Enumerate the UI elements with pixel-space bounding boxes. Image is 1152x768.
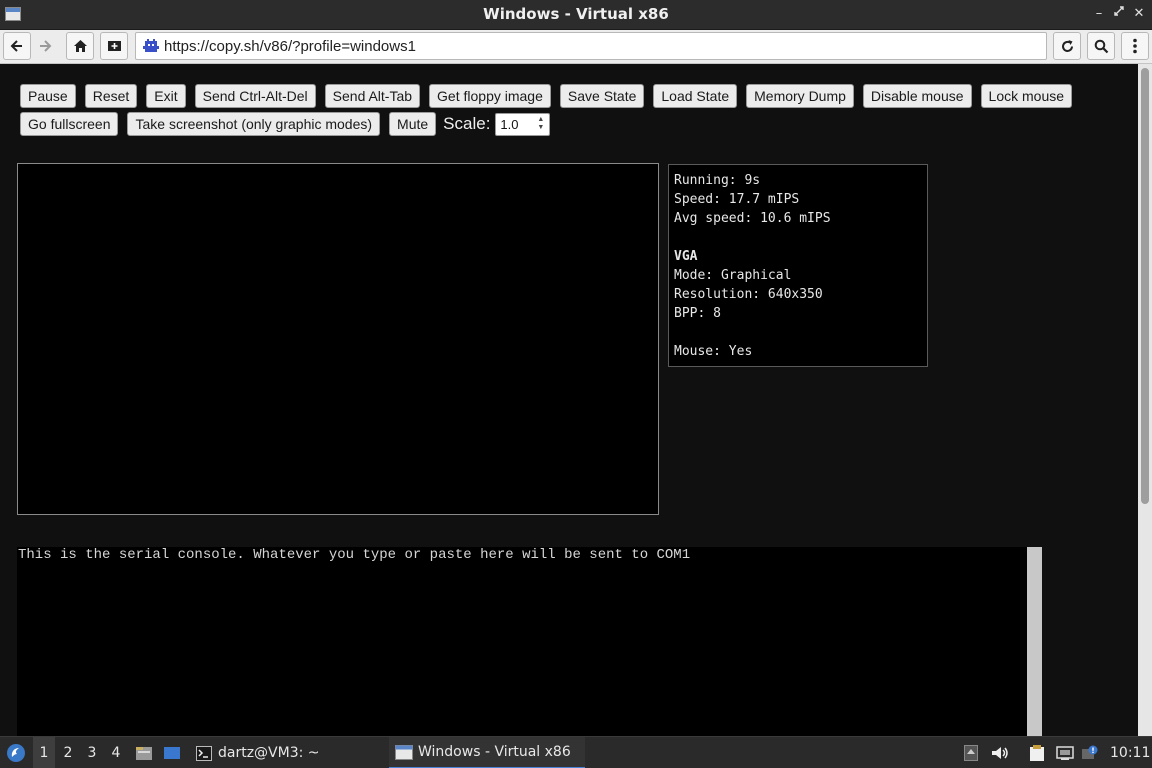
terminal-task-label: dartz@VM3: ~ (218, 745, 320, 761)
taskbar-task-browser[interactable]: Windows - Virtual x86 (389, 737, 585, 768)
network-icon (1056, 746, 1074, 760)
notification-icon (1082, 745, 1098, 759)
home-button[interactable] (66, 32, 94, 60)
search-button[interactable] (1087, 32, 1115, 60)
pause-button[interactable]: Pause (20, 84, 76, 108)
window-titlebar: Windows - Virtual x86 – ✕ (0, 0, 1152, 30)
avg-speed: Avg speed: 10.6 mIPS (674, 211, 831, 226)
tray-volume[interactable] (990, 737, 1010, 768)
show-desktop-icon (164, 747, 180, 759)
file-manager-launcher[interactable] (134, 737, 154, 768)
save-state-button[interactable]: Save State (559, 84, 645, 108)
new-bookmark-button[interactable] (100, 32, 128, 60)
browser-task-label: Windows - Virtual x86 (418, 744, 571, 760)
menu-button[interactable] (1121, 32, 1149, 60)
speed: Speed: 17.7 mIPS (674, 192, 800, 207)
url-bar[interactable]: https://copy.sh/v86/?profile=windows1 (135, 32, 1047, 60)
emulator-controls-row1: Pause Reset Exit Send Ctrl-Alt-Del Send … (20, 84, 1081, 108)
tray-clipboard[interactable] (1027, 737, 1047, 768)
emulator-controls-row2: Go fullscreen Take screenshot (only grap… (20, 112, 551, 136)
workspace-4[interactable]: 4 (105, 737, 127, 768)
folder-icon (136, 747, 152, 760)
clipboard-icon (1030, 745, 1044, 761)
bookmark-add-icon (107, 41, 121, 51)
take-screenshot-button[interactable]: Take screenshot (only graphic modes) (127, 112, 381, 136)
disable-mouse-button[interactable]: Disable mouse (862, 84, 972, 108)
browser-toolbar: https://copy.sh/v86/?profile=windows1 (0, 30, 1152, 64)
mouse-status: Mouse: Yes (674, 344, 753, 359)
lock-mouse-button[interactable]: Lock mouse (980, 84, 1073, 108)
reload-icon (1061, 39, 1073, 52)
spin-down-icon[interactable]: ▼ (537, 124, 546, 132)
terminal-icon (196, 745, 212, 761)
serial-console-text[interactable]: This is the serial console. Whatever you… (18, 547, 690, 563)
go-fullscreen-button[interactable]: Go fullscreen (20, 112, 119, 136)
taskbar-task-terminal[interactable]: dartz@VM3: ~ (190, 737, 326, 768)
exit-button[interactable]: Exit (146, 84, 186, 108)
serial-console[interactable]: This is the serial console. Whatever you… (17, 547, 1042, 736)
restore-icon (1114, 6, 1124, 16)
tray-arrow-up-icon (964, 745, 978, 761)
volume-icon (992, 747, 1008, 759)
tray-updates[interactable] (962, 737, 980, 768)
tray-notification[interactable] (1080, 737, 1100, 768)
spin-up-icon[interactable]: ▲ (537, 116, 546, 124)
vga-screen[interactable] (17, 163, 659, 515)
minimize-icon[interactable]: – (1090, 5, 1108, 23)
serial-console-scrollbar[interactable] (1027, 547, 1042, 736)
memory-dump-button[interactable]: Memory Dump (746, 84, 854, 108)
arrow-left-icon (10, 40, 22, 52)
workspace-3[interactable]: 3 (81, 737, 103, 768)
forward-button[interactable] (31, 32, 59, 60)
start-menu-icon (7, 744, 25, 762)
mute-button[interactable]: Mute (389, 112, 437, 136)
workspace-2[interactable]: 2 (57, 737, 79, 768)
page-scrollbar[interactable] (1138, 64, 1152, 736)
tray-network[interactable] (1055, 737, 1075, 768)
vga-resolution: Resolution: 640x350 (674, 287, 823, 302)
home-icon (73, 40, 87, 52)
kebab-menu-icon (1133, 38, 1137, 54)
desktop-launcher[interactable] (162, 737, 182, 768)
maximize-icon[interactable] (1110, 5, 1128, 23)
load-state-button[interactable]: Load State (653, 84, 738, 108)
page-content: Pause Reset Exit Send Ctrl-Alt-Del Send … (0, 64, 1138, 736)
get-floppy-image-button[interactable]: Get floppy image (429, 84, 551, 108)
window-title: Windows - Virtual x86 (483, 5, 669, 23)
scale-value[interactable]: 1.0 (500, 117, 518, 132)
site-favicon-icon (143, 39, 159, 52)
vga-mode: Mode: Graphical (674, 268, 792, 283)
reload-button[interactable] (1053, 32, 1081, 60)
workspace-1[interactable]: 1 (33, 737, 55, 768)
send-alt-tab-button[interactable]: Send Alt-Tab (324, 84, 421, 108)
send-ctrl-alt-del-button[interactable]: Send Ctrl-Alt-Del (194, 84, 316, 108)
taskbar: 1 2 3 4 dartz@VM3: ~ Windows - Virtual x… (0, 736, 1152, 768)
arrow-right-icon (40, 40, 52, 52)
running-time: Running: 9s (674, 173, 761, 188)
close-icon[interactable]: ✕ (1130, 5, 1148, 23)
start-menu-button[interactable] (4, 737, 28, 768)
scale-input[interactable]: 1.0 ▲ ▼ (495, 112, 551, 136)
url-text[interactable]: https://copy.sh/v86/?profile=windows1 (164, 38, 416, 55)
reset-button[interactable]: Reset (84, 84, 138, 108)
page-scrollbar-thumb[interactable] (1141, 68, 1149, 504)
back-button[interactable] (3, 32, 31, 60)
vga-heading: VGA (674, 249, 698, 264)
desktop: Windows - Virtual x86 – ✕ https://copy.s… (0, 0, 1152, 768)
browser-window-icon (395, 744, 413, 760)
clock[interactable]: 10:11 (1110, 737, 1150, 768)
emulator-info-panel: Running: 9s Speed: 17.7 mIPS Avg speed: … (668, 164, 928, 367)
search-icon (1094, 39, 1108, 53)
scale-label: Scale: (443, 114, 491, 133)
scale-spinner[interactable]: ▲ ▼ (537, 116, 546, 132)
vga-bpp: BPP: 8 (674, 306, 721, 321)
